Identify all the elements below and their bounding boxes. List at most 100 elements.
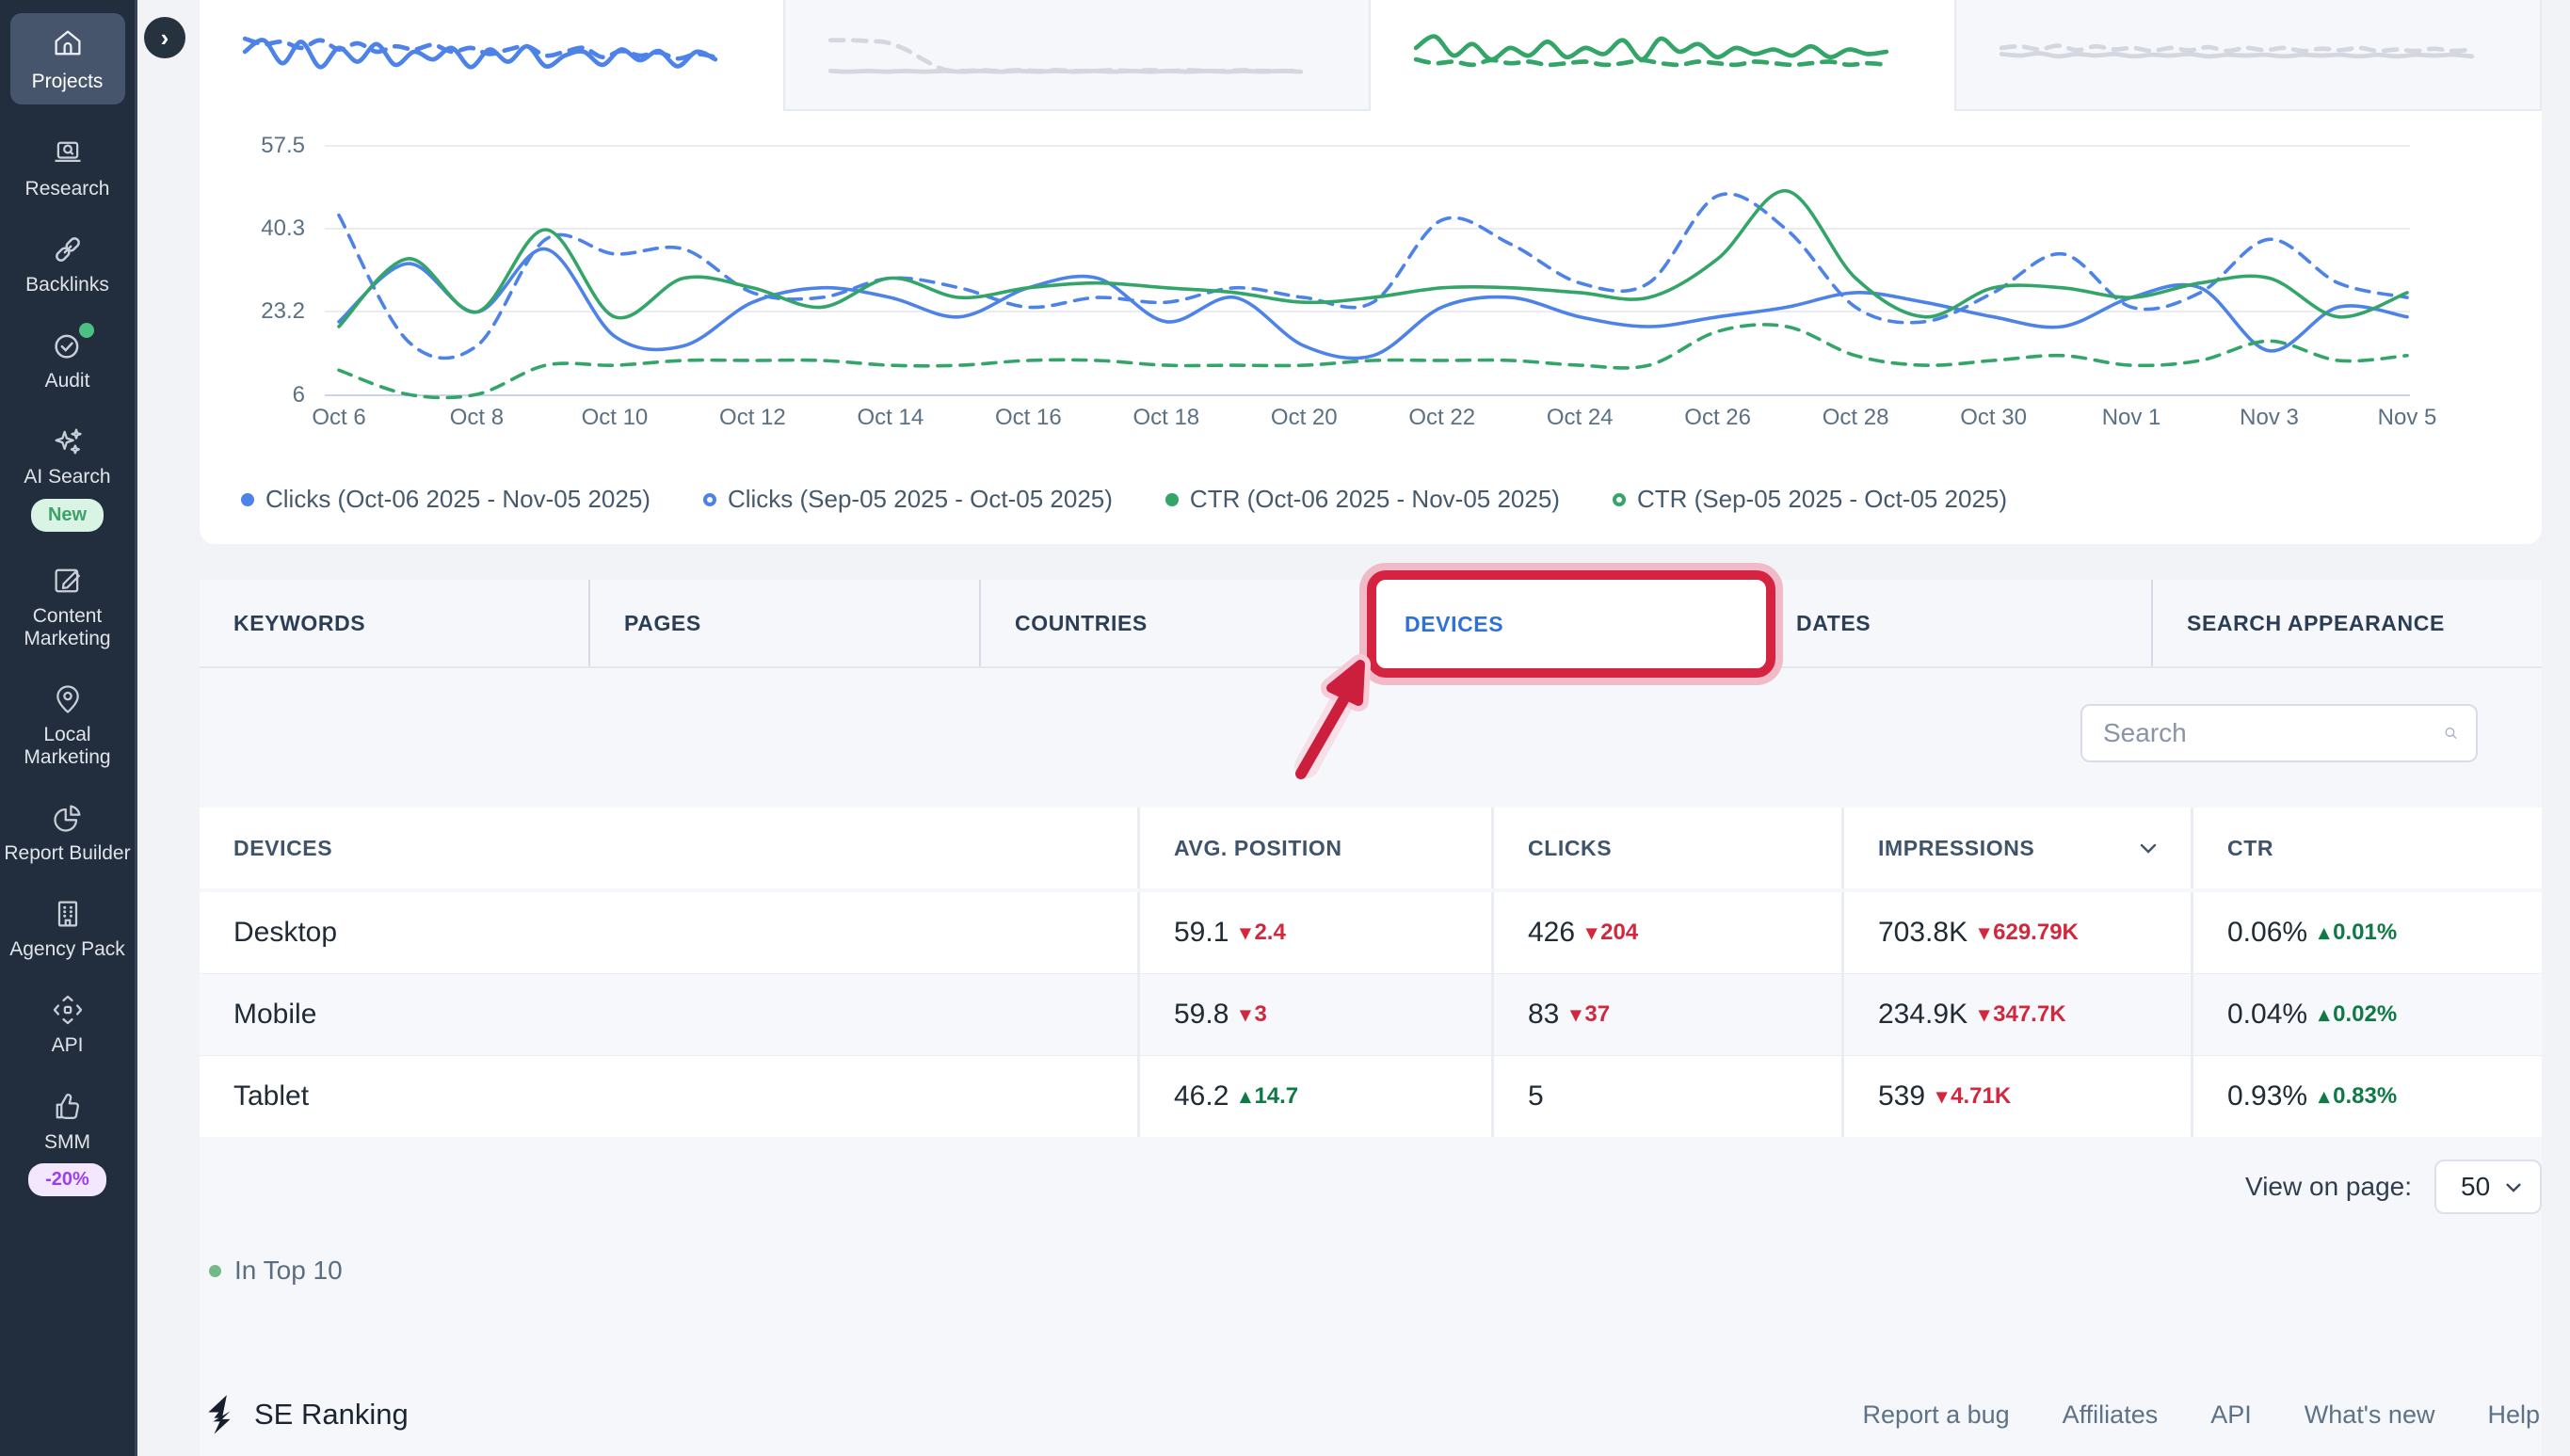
table-body: Desktop 59.12.4 426204 703.8K629.79K 0.0…	[200, 892, 2542, 1137]
sidebar-item-label: Audit	[45, 370, 90, 392]
sidebar-collapse-button[interactable]: ›	[144, 17, 185, 58]
col-header-impressions[interactable]: IMPRESSIONS	[1844, 808, 2191, 888]
table-row-tablet: Tablet 46.214.7 5 5394.71K 0.93%0.83%	[200, 1056, 2542, 1137]
delta-value: 2.4	[1240, 920, 1285, 946]
sidebar-item-research[interactable]: Research	[0, 136, 135, 200]
brand-name: SE Ranking	[254, 1398, 409, 1432]
footer-link-affiliates[interactable]: Affiliates	[2063, 1400, 2159, 1430]
avg-position-cell: 59.12.4	[1140, 892, 1491, 973]
delta-value: 14.7	[1240, 1083, 1298, 1110]
impressions-cell: 703.8K629.79K	[1844, 892, 2191, 973]
thumbs-up-icon	[51, 1090, 85, 1124]
sidebar-item-report-builder[interactable]: Report Builder	[0, 801, 135, 865]
tab-countries[interactable]: COUNTRIES	[979, 580, 1370, 666]
delta-value: 204	[1586, 920, 1638, 946]
avg-position-cell: 46.214.7	[1140, 1056, 1491, 1137]
chevron-right-icon: ›	[161, 24, 169, 53]
sidebar-item-label: API	[52, 1034, 84, 1057]
sidebar-item-local-marketing[interactable]: Local Marketing	[0, 682, 135, 769]
tab-dates[interactable]: DATES	[1760, 580, 2151, 666]
x-tick-label: Oct 18	[1100, 405, 1232, 431]
metric-tab-sparkline-4[interactable]	[1954, 0, 2542, 111]
sidebar-item-ai-search[interactable]: AI Search New	[0, 424, 135, 531]
search-icon[interactable]	[2443, 718, 2459, 748]
sidebar-item-projects[interactable]: Projects	[10, 13, 125, 104]
tab-keywords[interactable]: KEYWORDS	[200, 580, 588, 666]
sidebar-item-agency-pack[interactable]: Agency Pack	[0, 897, 135, 961]
report-tabs: KEYWORDS PAGES COUNTRIES DATES SEARCH AP…	[200, 580, 2542, 668]
col-header-avg-position: AVG. POSITION	[1140, 808, 1491, 888]
x-tick-label: Oct 24	[1514, 405, 1646, 431]
col-header-devices: DEVICES	[200, 808, 1137, 888]
content-marketing-icon	[51, 564, 85, 598]
tab-search-appearance[interactable]: SEARCH APPEARANCE	[2151, 580, 2542, 666]
building-icon	[51, 897, 85, 931]
x-tick-label: Oct 26	[1652, 405, 1784, 431]
clicks-cell: 8337	[1494, 974, 1841, 1055]
sidebar-item-content-marketing[interactable]: Content Marketing	[0, 564, 135, 650]
delta-value: 0.02%	[2319, 1001, 2397, 1028]
pagination-controls: View on page: 50	[200, 1160, 2542, 1214]
chart-legend: Clicks (Oct-06 2025 - Nov-05 2025) Click…	[241, 485, 2007, 514]
sidebar-item-audit[interactable]: Audit	[0, 328, 135, 392]
delta-value: 629.79K	[1979, 920, 2079, 946]
x-tick-label: Oct 10	[549, 405, 681, 431]
delta-value: 347.7K	[1979, 1001, 2065, 1028]
metric-tab-sparkline-2[interactable]	[783, 0, 1371, 111]
legend-item-clicks-current[interactable]: Clicks (Oct-06 2025 - Nov-05 2025)	[241, 485, 651, 514]
home-icon	[51, 26, 85, 65]
sidebar-item-api[interactable]: API	[0, 993, 135, 1057]
footer-link-report-a-bug[interactable]: Report a bug	[1863, 1400, 2010, 1430]
legend-dot-icon	[703, 493, 716, 506]
sidebar-item-backlinks[interactable]: Backlinks	[0, 232, 135, 296]
audit-check-icon	[51, 328, 85, 362]
delta-value: 3	[1240, 1001, 1266, 1028]
legend-item-clicks-previous[interactable]: Clicks (Sep-05 2025 - Oct-05 2025)	[703, 485, 1113, 514]
view-on-page-label: View on page:	[2245, 1172, 2412, 1202]
x-tick-label: Nov 1	[2065, 405, 2197, 431]
legend-dot-icon	[1613, 493, 1626, 506]
col-header-clicks: CLICKS	[1494, 808, 1841, 888]
tab-pages[interactable]: PAGES	[588, 580, 979, 666]
sidebar-item-label: Report Builder	[4, 842, 130, 865]
delta-value: 0.83%	[2319, 1083, 2397, 1110]
green-dot-icon	[209, 1265, 221, 1277]
x-tick-label: Oct 8	[410, 405, 542, 431]
legend-item-ctr-previous[interactable]: CTR (Sep-05 2025 - Oct-05 2025)	[1613, 485, 2007, 514]
comparison-line-chart: 57.5 40.3 23.2 6 Oct 6Oct 8Oct 10Oct 12O…	[200, 111, 2542, 450]
sparkles-icon	[51, 424, 85, 458]
footer-link-help[interactable]: Help	[2487, 1400, 2540, 1430]
footer-link-whats-new[interactable]: What's new	[2305, 1400, 2435, 1430]
sidebar-item-label: Local Marketing	[0, 724, 135, 769]
sidebar-item-smm[interactable]: SMM -20%	[0, 1090, 135, 1196]
ctr-cell: 0.06%0.01%	[2193, 892, 2542, 973]
metric-tab-ctr-sparkline[interactable]	[1371, 0, 1954, 111]
brand[interactable]: SE Ranking	[203, 1394, 409, 1435]
sidebar-item-label: Backlinks	[25, 274, 109, 296]
footer-link-api[interactable]: API	[2210, 1400, 2252, 1430]
sidebar-item-label: Agency Pack	[9, 938, 125, 961]
page-size-select[interactable]: 50	[2434, 1160, 2542, 1214]
metric-tab-clicks-sparkline[interactable]	[200, 0, 783, 111]
map-pin-icon	[51, 682, 85, 716]
discount-badge: -20%	[28, 1163, 106, 1196]
sidebar-item-label: Content Marketing	[0, 605, 135, 650]
col-header-ctr: CTR	[2193, 808, 2542, 888]
impressions-cell: 5394.71K	[1844, 1056, 2191, 1137]
table-row-desktop: Desktop 59.12.4 426204 703.8K629.79K 0.0…	[200, 892, 2542, 973]
delta-value: 0.01%	[2319, 920, 2397, 946]
sidebar-item-label: Research	[25, 178, 110, 200]
devices-table: DEVICES AVG. POSITION CLICKS IMPRESSIONS…	[200, 808, 2542, 1137]
x-tick-label: Oct 22	[1376, 405, 1508, 431]
legend-dot-icon	[241, 493, 254, 506]
ctr-cell: 0.04%0.02%	[2193, 974, 2542, 1055]
legend-item-ctr-current[interactable]: CTR (Oct-06 2025 - Nov-05 2025)	[1165, 485, 1560, 514]
x-tick-label: Oct 28	[1790, 405, 1921, 431]
table-row-mobile: Mobile 59.83 8337 234.9K347.7K 0.04%0.02…	[200, 974, 2542, 1055]
metric-spark-tabs	[200, 0, 2542, 111]
tab-devices[interactable]: DEVICES	[1367, 570, 1775, 678]
sidebar-item-label: Projects	[32, 71, 104, 93]
search-input[interactable]	[2082, 718, 2443, 748]
se-ranking-app: Projects Research Backlinks Audit	[0, 0, 2570, 1456]
traffic-chart-card: 57.5 40.3 23.2 6 Oct 6Oct 8Oct 10Oct 12O…	[200, 0, 2542, 544]
